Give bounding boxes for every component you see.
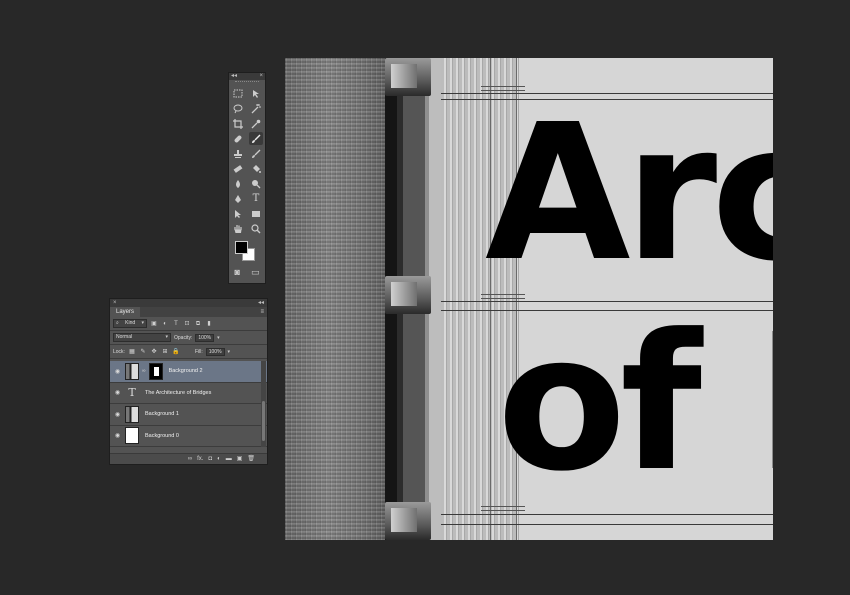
canvas-bridge-pier	[385, 58, 431, 96]
layer-name: Background 0	[145, 432, 179, 439]
panel-menu-icon[interactable]: ≡	[260, 307, 267, 317]
clone-stamp-icon[interactable]	[231, 147, 245, 160]
foreground-color-swatch[interactable]	[235, 241, 248, 254]
opacity-input[interactable]: 100%	[195, 333, 215, 342]
canvas-water-area	[285, 58, 393, 540]
layers-panel: × ◂◂ Layers ≡ ⌕ Kind ▾ ▣ ◐ T ⊡ ⧉ ▮ Norma…	[109, 298, 268, 465]
layer-name: Background 2	[168, 368, 203, 375]
canvas-title-line-1: Arc	[485, 84, 773, 303]
document-canvas[interactable]: Arc of I	[285, 58, 773, 540]
tools-panel-titlebar[interactable]: ◂◂ ×	[229, 73, 265, 80]
collapse-icon[interactable]: ◂◂	[231, 73, 237, 80]
fill-input[interactable]: 100%	[205, 347, 225, 356]
history-brush-icon[interactable]	[249, 147, 263, 160]
scrollbar-thumb[interactable]	[262, 401, 265, 441]
layer-thumbnail	[125, 362, 139, 380]
canvas-wire	[441, 514, 773, 515]
layer-thumbnail	[125, 427, 139, 445]
layer-row-background-1[interactable]: ◉ Background 1	[110, 404, 267, 426]
brush-icon[interactable]	[249, 132, 263, 145]
new-group-icon[interactable]: ▬	[226, 454, 232, 465]
screen-mode-icon[interactable]: ▭	[251, 267, 260, 278]
marquee-icon[interactable]	[231, 87, 245, 100]
link-layers-icon[interactable]: ∞	[188, 454, 192, 465]
fill-label: Fill:	[194, 348, 203, 355]
chevron-down-icon[interactable]: ▾	[228, 349, 231, 355]
layers-scrollbar[interactable]	[261, 361, 266, 447]
filter-shape-icon[interactable]: ⊡	[183, 320, 191, 328]
filter-pixel-icon[interactable]: ▣	[150, 320, 158, 328]
layer-name: Background 1	[145, 411, 179, 418]
search-icon: ⌕	[116, 320, 119, 326]
layer-name: The Architecture of Bridges	[145, 389, 212, 396]
hand-icon[interactable]	[231, 222, 245, 235]
layers-footer: ∞ fx. ◘ ◐ ▬ ▣ 🗑	[110, 453, 267, 464]
blend-mode-value: Normal	[116, 334, 133, 340]
lasso-icon[interactable]	[231, 102, 245, 115]
layer-row-background-0[interactable]: ◉ Background 0	[110, 426, 267, 447]
dodge-icon[interactable]	[249, 177, 263, 190]
chevron-down-icon: ▾	[165, 334, 168, 340]
filter-adjustment-icon[interactable]: ◐	[161, 320, 169, 328]
lock-artboard-icon[interactable]: ⊞	[161, 348, 169, 356]
filter-kind-value: Kind	[125, 320, 136, 326]
filter-kind-select[interactable]: ⌕ Kind ▾	[113, 319, 147, 328]
tools-panel: ◂◂ × T ◙ ▭	[228, 72, 266, 284]
tab-layers[interactable]: Layers	[110, 307, 141, 317]
chevron-down-icon: ▾	[141, 320, 144, 326]
crop-icon[interactable]	[231, 117, 245, 130]
blend-mode-select[interactable]: Normal ▾	[113, 333, 171, 342]
collapse-icon[interactable]: ◂◂	[258, 299, 264, 307]
filter-smart-object-icon[interactable]: ⧉	[194, 320, 202, 328]
layer-mask-thumbnail[interactable]	[148, 362, 163, 380]
adjustment-layer-icon[interactable]: ◐	[217, 454, 221, 465]
canvas-bridge-pier	[385, 276, 431, 314]
eye-icon[interactable]: ◉	[113, 411, 122, 418]
layer-thumbnail	[125, 405, 139, 423]
rectangle-icon[interactable]	[249, 207, 263, 220]
link-icon[interactable]: ∞	[142, 368, 146, 374]
pen-icon[interactable]	[231, 192, 245, 205]
fx-icon[interactable]: fx.	[197, 454, 203, 465]
type-layer-icon: T	[128, 386, 136, 400]
path-selection-icon[interactable]	[231, 207, 245, 220]
eye-icon[interactable]: ◉	[113, 432, 122, 439]
trash-icon[interactable]: 🗑	[247, 454, 255, 465]
layer-list: ◉ ∞ Background 2 ◉ T The Architecture of…	[110, 361, 267, 447]
filter-toggle-icon[interactable]: ▮	[205, 320, 213, 328]
zoom-icon[interactable]	[249, 222, 263, 235]
panel-grip[interactable]	[235, 81, 259, 85]
lock-all-icon[interactable]: 🔒	[172, 348, 180, 356]
color-swatches	[229, 239, 265, 265]
opacity-label: Opacity:	[174, 334, 193, 341]
blur-icon[interactable]	[231, 177, 245, 190]
move-icon[interactable]	[249, 87, 263, 100]
chevron-down-icon[interactable]: ▾	[217, 335, 220, 341]
lock-label: Lock:	[113, 348, 125, 355]
eraser-icon[interactable]	[231, 162, 245, 175]
paint-bucket-icon[interactable]	[249, 162, 263, 175]
canvas-title-line-2: of I	[497, 294, 773, 513]
canvas-wire	[441, 524, 773, 525]
healing-brush-icon[interactable]	[231, 132, 245, 145]
eye-icon[interactable]: ◉	[113, 389, 122, 396]
type-icon[interactable]: T	[249, 192, 263, 205]
lock-transparent-icon[interactable]: ▦	[128, 348, 136, 356]
add-mask-icon[interactable]: ◘	[208, 454, 212, 465]
layers-panel-titlebar[interactable]: × ◂◂	[110, 299, 267, 307]
canvas-bridge-pier	[385, 502, 431, 540]
magic-wand-icon[interactable]	[249, 102, 263, 115]
eye-icon[interactable]: ◉	[113, 368, 122, 375]
layer-row-type[interactable]: ◉ T The Architecture of Bridges	[110, 383, 267, 404]
lock-image-icon[interactable]: ✎	[139, 348, 147, 356]
close-icon[interactable]: ×	[259, 73, 263, 80]
layer-row-background-2[interactable]: ◉ ∞ Background 2	[110, 361, 267, 383]
quick-mask-icon[interactable]: ◙	[235, 267, 240, 278]
close-icon[interactable]: ×	[113, 299, 117, 307]
new-layer-icon[interactable]: ▣	[237, 454, 243, 465]
lock-position-icon[interactable]: ✥	[150, 348, 158, 356]
eyedropper-icon[interactable]	[249, 117, 263, 130]
filter-type-icon[interactable]: T	[172, 320, 180, 328]
